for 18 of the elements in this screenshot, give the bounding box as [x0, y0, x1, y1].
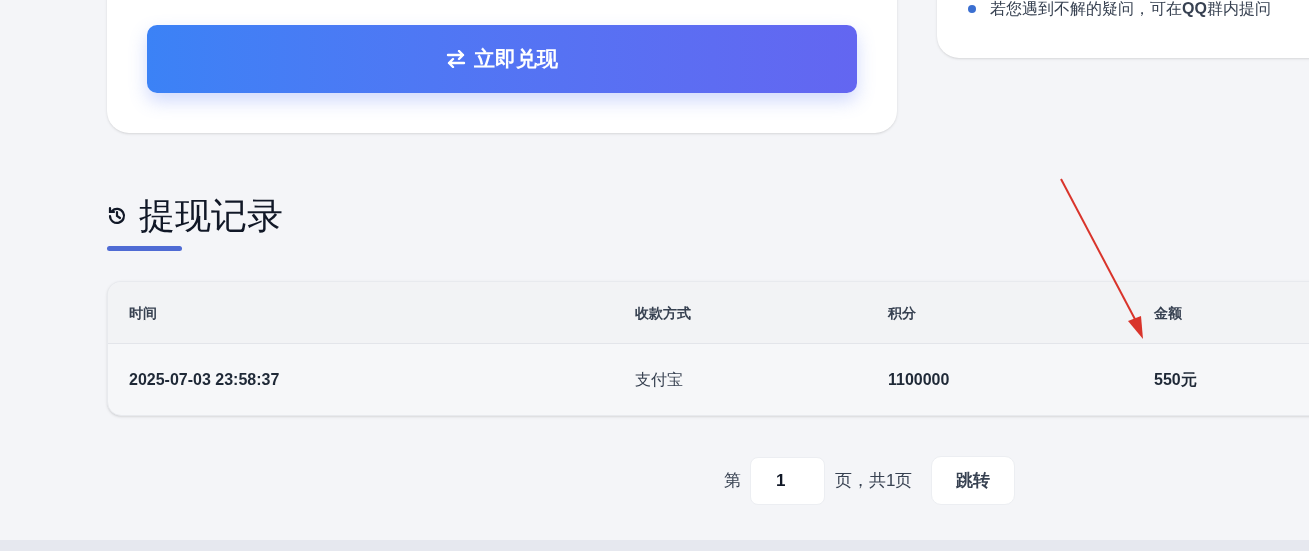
history-icon — [107, 206, 127, 226]
table-cell: 支付宝 — [635, 370, 683, 388]
page-input[interactable]: 1 — [750, 456, 825, 505]
column-header: 金额 — [1154, 304, 1182, 321]
bullet-icon — [968, 5, 976, 13]
table-cell: 1100000 — [888, 370, 950, 388]
table-cell: 2025-07-03 23:58:37 — [129, 370, 280, 388]
column-header: 时间 — [129, 304, 157, 321]
page-label: 第 — [724, 469, 741, 492]
swap-icon — [446, 50, 466, 68]
jump-button[interactable]: 跳转 — [931, 456, 1016, 505]
redeem-button[interactable]: 立即兑现 — [147, 25, 857, 93]
section-title: 提现记录 — [139, 198, 283, 234]
page-total: 页，共1页 — [835, 469, 913, 492]
column-header: 收款方式 — [635, 304, 691, 321]
tip-text: 若您遇到不解的疑问，可在QQ群内提问 — [990, 0, 1271, 19]
column-header: 积分 — [888, 304, 916, 321]
table-cell: 550元 — [1154, 370, 1197, 388]
